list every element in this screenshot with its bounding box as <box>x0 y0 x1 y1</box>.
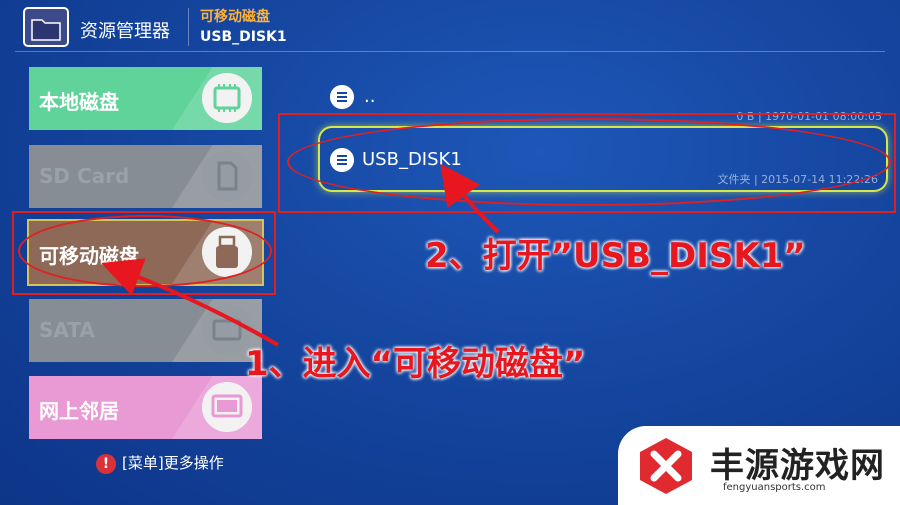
warning-icon: ! <box>96 453 116 474</box>
sidebar-item-label: 本地磁盘 <box>39 90 119 114</box>
sidebar-item-label: 网上邻居 <box>39 399 119 423</box>
annotation-ellipse-removable-disk <box>18 215 272 287</box>
watermark-site: fengyuansports.com <box>723 482 826 493</box>
brand-logo-icon <box>640 438 692 494</box>
watermark-brand: 丰源游戏网 <box>710 446 885 486</box>
folder-app-icon <box>23 7 69 47</box>
app-title: 资源管理器 <box>80 21 170 42</box>
network-screen-icon <box>202 382 252 432</box>
location-path: USB_DISK1 <box>200 29 287 45</box>
annotation-ellipse-usb-disk1 <box>287 118 891 206</box>
header-divider <box>188 8 189 46</box>
sidebar-item-label: SATA <box>39 318 95 342</box>
chip-icon <box>202 73 252 123</box>
watermark: 丰源游戏网 fengyuansports.com <box>618 426 900 505</box>
menu-hint: ! [菜单]更多操作 <box>96 452 224 474</box>
sidebar-item-sata[interactable]: SATA <box>29 299 262 362</box>
menu-hint-text: [菜单]更多操作 <box>122 454 224 472</box>
header-separator <box>15 51 885 52</box>
sidebar-item-local-disk[interactable]: 本地磁盘 <box>29 67 262 130</box>
location-title: 可移动磁盘 <box>200 9 270 25</box>
sd-card-icon <box>202 151 252 201</box>
header: 资源管理器 可移动磁盘 USB_DISK1 <box>0 0 900 55</box>
sidebar-item-sd-card[interactable]: SD Card <box>29 145 262 208</box>
annotation-step2: 2、打开”USB_DISK1” <box>425 236 806 276</box>
folder-list-icon <box>330 85 354 109</box>
sidebar-item-label: SD Card <box>39 164 130 188</box>
file-name: .. <box>364 86 376 107</box>
sidebar-item-network[interactable]: 网上邻居 <box>29 376 262 439</box>
annotation-step1: 1、进入“可移动磁盘” <box>245 344 586 384</box>
